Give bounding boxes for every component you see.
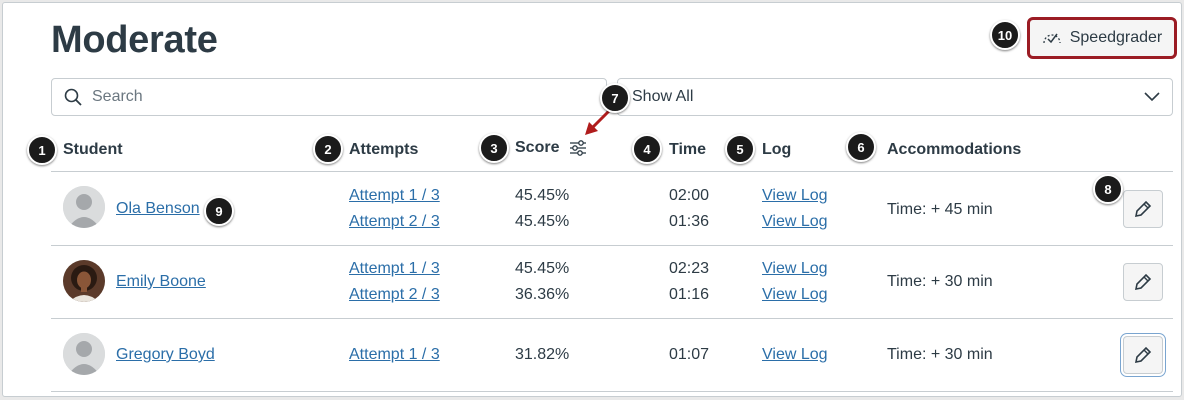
speedgrader-label: Speedgrader	[1069, 29, 1163, 46]
attempt-link[interactable]: Attempt 1 / 3	[349, 260, 440, 278]
callout-badge: 8	[1093, 174, 1123, 204]
column-header-attempts: Attempts	[349, 141, 418, 159]
edit-accommodations-button[interactable]	[1123, 190, 1163, 228]
column-header-accommodations-label: Accommodations	[887, 141, 1022, 158]
callout-badge: 10	[990, 20, 1020, 50]
avatar	[63, 333, 105, 375]
view-log-link[interactable]: View Log	[762, 346, 828, 364]
speedgrader-button[interactable]: Speedgrader	[1027, 17, 1177, 59]
column-header-accommodations: Accommodations	[887, 141, 1021, 159]
time-value: 02:00	[669, 187, 710, 204]
chevron-down-icon	[1144, 92, 1160, 102]
score-value: 45.45%	[515, 260, 570, 277]
default-avatar-icon	[63, 333, 105, 375]
view-log-link[interactable]: View Log	[762, 213, 828, 231]
column-header-log: Log	[762, 141, 791, 159]
edit-accommodations-button[interactable]	[1123, 336, 1163, 374]
accommodation-value: Time: + 30 min	[887, 273, 993, 290]
column-header-time: Time	[669, 141, 706, 159]
student-name-link[interactable]: Ola Benson	[116, 200, 200, 218]
time-value: 01:07	[669, 346, 710, 363]
student-name-link[interactable]: Emily Boone	[116, 273, 206, 291]
edit-accommodations-button[interactable]	[1123, 263, 1163, 301]
page-title: Moderate	[51, 19, 218, 61]
column-header-time-label: Time	[669, 141, 707, 158]
callout-badge: 6	[846, 132, 876, 162]
column-header-student-label: Student	[63, 141, 123, 158]
accommodation-value: Time: + 45 min	[887, 201, 993, 218]
pencil-icon	[1134, 273, 1152, 291]
filter-select[interactable]: Show All	[617, 78, 1173, 116]
speedgrader-icon	[1043, 33, 1061, 44]
attempt-link[interactable]: Attempt 2 / 3	[349, 213, 440, 231]
student-name-link[interactable]: Gregory Boyd	[116, 346, 215, 364]
profile-photo-icon	[63, 260, 105, 302]
view-log-link[interactable]: View Log	[762, 286, 828, 304]
row-divider	[51, 318, 1173, 319]
callout-badge: 1	[27, 135, 57, 165]
callout-badge: 3	[479, 133, 509, 163]
column-header-score: Score	[515, 139, 587, 157]
default-avatar-icon	[63, 186, 105, 228]
attempt-link[interactable]: Attempt 1 / 3	[349, 187, 440, 205]
attempt-link[interactable]: Attempt 1 / 3	[349, 346, 440, 364]
callout-badge: 9	[204, 196, 234, 226]
search-input[interactable]	[92, 88, 572, 106]
column-header-attempts-label: Attempts	[349, 141, 419, 158]
score-value: 36.36%	[515, 286, 570, 303]
search-field[interactable]	[51, 78, 607, 116]
view-log-link[interactable]: View Log	[762, 187, 828, 205]
pencil-icon	[1134, 200, 1152, 218]
callout-badge: 5	[725, 134, 755, 164]
search-icon	[64, 88, 82, 106]
time-value: 01:36	[669, 213, 710, 230]
attempt-link[interactable]: Attempt 2 / 3	[349, 286, 440, 304]
time-value: 01:16	[669, 286, 710, 303]
sliders-icon[interactable]	[569, 139, 587, 157]
row-divider	[51, 391, 1173, 392]
callout-badge: 7	[600, 83, 630, 113]
row-divider	[51, 245, 1173, 246]
callout-badge: 4	[632, 134, 662, 164]
score-value: 31.82%	[515, 346, 570, 363]
filter-selected-value: Show All	[632, 88, 694, 105]
avatar	[63, 260, 105, 302]
score-value: 45.45%	[515, 213, 570, 230]
pencil-icon	[1134, 346, 1152, 364]
score-value: 45.45%	[515, 187, 570, 204]
column-header-log-label: Log	[762, 141, 792, 158]
view-log-link[interactable]: View Log	[762, 260, 828, 278]
accommodation-value: Time: + 30 min	[887, 346, 993, 363]
callout-badge: 2	[313, 134, 343, 164]
time-value: 02:23	[669, 260, 710, 277]
column-header-student[interactable]: Student	[63, 141, 123, 159]
column-header-score-label: Score	[515, 139, 560, 156]
header-divider	[51, 171, 1173, 172]
moderate-page: Moderate Speedgrader Show All Student At…	[2, 2, 1182, 397]
avatar	[63, 186, 105, 228]
